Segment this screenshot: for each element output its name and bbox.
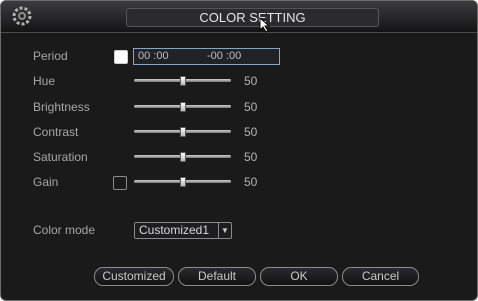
- cancel-button[interactable]: Cancel: [342, 267, 419, 286]
- window-title: COLOR SETTING: [126, 8, 379, 27]
- color-mode-dropdown[interactable]: Customized1 ▼: [134, 222, 232, 239]
- contrast-label: Contrast: [33, 125, 79, 139]
- gain-label: Gain: [33, 175, 59, 189]
- mouse-cursor-icon: [259, 17, 271, 33]
- gain-checkbox[interactable]: [113, 176, 127, 190]
- gain-slider[interactable]: [134, 177, 231, 187]
- period-checkbox[interactable]: [114, 50, 128, 64]
- saturation-slider[interactable]: [134, 152, 231, 162]
- period-time-field[interactable]: 00 :00 -00 :00: [133, 48, 280, 65]
- default-button[interactable]: Default: [178, 267, 256, 286]
- contrast-slider[interactable]: [134, 127, 231, 137]
- slider-thumb[interactable]: [179, 127, 186, 137]
- chevron-down-icon[interactable]: ▼: [218, 223, 231, 238]
- saturation-label: Saturation: [33, 150, 88, 164]
- slider-thumb[interactable]: [179, 102, 186, 112]
- gain-value: 50: [244, 175, 258, 189]
- color-setting-dialog: COLOR SETTING Period 00 :00 -00 :00 Hue …: [0, 0, 478, 301]
- slider-thumb[interactable]: [179, 152, 186, 162]
- color-mode-label: Color mode: [33, 223, 96, 237]
- customized-button[interactable]: Customized: [94, 267, 174, 286]
- saturation-value: 50: [244, 150, 258, 164]
- hue-label: Hue: [33, 74, 56, 88]
- ok-button[interactable]: OK: [260, 267, 338, 286]
- gear-icon: [12, 6, 32, 26]
- hue-slider[interactable]: [134, 76, 231, 86]
- hue-value: 50: [244, 74, 258, 88]
- period-start-time[interactable]: 00 :00: [138, 49, 169, 64]
- title-bar: COLOR SETTING: [1, 1, 477, 33]
- color-mode-selected: Customized1: [139, 223, 210, 237]
- slider-thumb[interactable]: [179, 177, 186, 187]
- contrast-value: 50: [244, 125, 258, 139]
- brightness-slider[interactable]: [134, 102, 231, 112]
- period-end-time[interactable]: -00 :00: [207, 49, 241, 64]
- slider-thumb[interactable]: [179, 76, 186, 86]
- period-label: Period: [33, 49, 68, 63]
- brightness-label: Brightness: [33, 100, 90, 114]
- brightness-value: 50: [244, 100, 258, 114]
